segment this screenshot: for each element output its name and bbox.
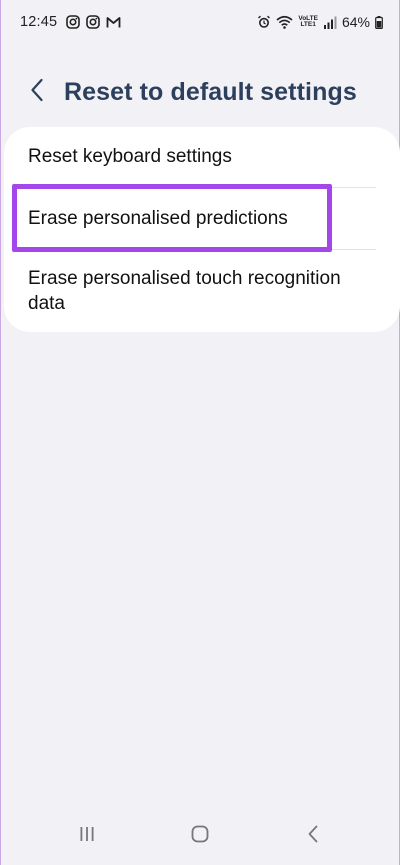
recent-apps-button[interactable] bbox=[57, 816, 117, 856]
status-left: 12:45 bbox=[20, 14, 121, 30]
erase-touch-recognition-data-item[interactable]: Erase personalised touch recognition dat… bbox=[4, 250, 400, 332]
wifi-icon bbox=[276, 15, 293, 29]
list-item-label: Erase personalised predictions bbox=[28, 207, 288, 229]
home-button[interactable] bbox=[170, 816, 230, 856]
gmail-icon bbox=[106, 16, 121, 29]
instagram-icon bbox=[66, 15, 81, 29]
status-right: VoLTE LTE1 64% bbox=[257, 14, 383, 30]
list-item-label: Reset keyboard settings bbox=[28, 146, 232, 167]
battery-percent: 64% bbox=[341, 14, 370, 30]
header: Reset to default settings bbox=[1, 62, 399, 122]
navigation-bar bbox=[1, 807, 399, 865]
signal-icon bbox=[323, 16, 337, 29]
recent-apps-icon bbox=[78, 825, 96, 848]
list-item-label: Erase personalised touch recognition dat… bbox=[28, 268, 341, 314]
chevron-left-icon bbox=[30, 78, 44, 107]
home-icon bbox=[190, 824, 210, 849]
back-icon bbox=[306, 824, 320, 849]
page-title: Reset to default settings bbox=[64, 77, 357, 106]
lte-label: LTE1 bbox=[300, 21, 316, 28]
erase-personalised-predictions-item[interactable]: Erase personalised predictions bbox=[4, 188, 400, 249]
status-time: 12:45 bbox=[20, 14, 58, 30]
battery-icon bbox=[375, 15, 383, 29]
status-bar: 12:45 VoLTE LTE1 64% bbox=[1, 0, 399, 44]
instagram-icon bbox=[86, 15, 101, 29]
nav-back-button[interactable] bbox=[283, 816, 343, 856]
reset-keyboard-settings-item[interactable]: Reset keyboard settings bbox=[4, 127, 400, 187]
network-type-label: VoLTE LTE1 bbox=[298, 15, 318, 28]
back-button[interactable] bbox=[17, 72, 57, 112]
alarm-icon bbox=[257, 15, 271, 29]
settings-card: Reset keyboard settings Erase personalis… bbox=[4, 127, 400, 332]
